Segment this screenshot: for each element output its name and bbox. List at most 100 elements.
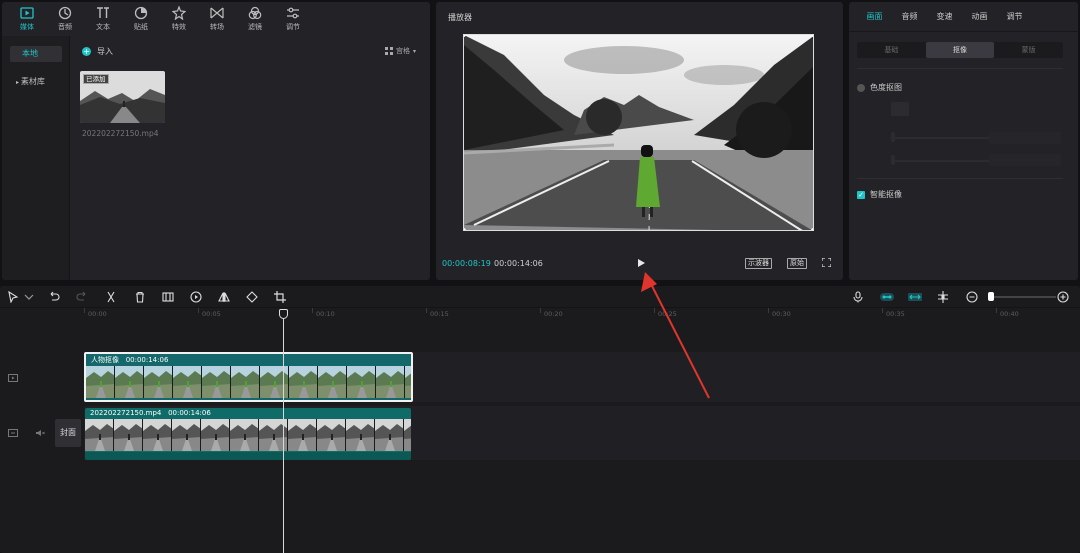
ruler-tick [312, 308, 313, 313]
delete-icon[interactable] [134, 291, 146, 303]
lock-track-icon[interactable] [8, 429, 18, 437]
ruler-label: 00:15 [430, 310, 449, 318]
media-panel: 媒体 音频 文本 贴纸 特效 转场 滤镜 调节 本地 ▸ 素材库 + 导入 宫格… [2, 2, 430, 280]
redo-icon[interactable] [76, 291, 88, 303]
zoom-slider-handle[interactable] [988, 292, 994, 301]
timeline-ruler[interactable]: 00:00 00:05 00:10 00:15 00:20 00:25 00:3… [84, 308, 1080, 322]
tab-animation[interactable]: 动画 [962, 2, 997, 31]
timeline-toolbar [0, 286, 1080, 308]
tool-adjust[interactable]: 调节 [274, 2, 312, 36]
microphone-icon[interactable] [852, 291, 864, 303]
ruler-label: 00:00 [88, 310, 107, 318]
sidebar-item-local[interactable]: 本地 [10, 46, 62, 62]
subtab-mask[interactable]: 蒙版 [994, 42, 1063, 58]
ruler-tick [996, 308, 997, 313]
filter-icon [248, 6, 262, 20]
subtab-basic[interactable]: 基础 [857, 42, 926, 58]
media-icon [20, 7, 34, 19]
properties-panel: 画面 音频 变速 动画 调节 基础 抠像 蒙版 色度抠图 ✓ 智能抠像 [849, 2, 1078, 280]
tool-effects[interactable]: 特效 [160, 2, 198, 36]
radio-icon [857, 83, 865, 92]
original-ratio-button[interactable]: 原始 [787, 258, 807, 269]
rotate-icon[interactable] [246, 291, 258, 303]
crop-handle-bottom-left[interactable] [464, 228, 466, 230]
tool-label: 调节 [286, 23, 300, 31]
tool-label: 文本 [96, 23, 110, 31]
effects-icon [172, 6, 186, 20]
tab-picture[interactable]: 画面 [857, 2, 892, 31]
audio-icon [58, 6, 72, 20]
slider-knob-disabled [891, 132, 895, 142]
mirror-icon[interactable] [218, 291, 230, 303]
smart-cutout-checkbox[interactable]: ✓ 智能抠像 [857, 189, 902, 200]
import-button[interactable]: + 导入 [82, 46, 113, 57]
zoom-slider[interactable] [990, 296, 1056, 298]
tool-filter[interactable]: 滤镜 [236, 2, 274, 36]
crop-icon[interactable] [274, 291, 286, 303]
slider-knob-disabled [891, 155, 895, 165]
undo-icon[interactable] [48, 291, 60, 303]
select-tool-icon[interactable] [7, 291, 19, 303]
main-track-magnet-icon[interactable] [880, 291, 894, 303]
playhead-line[interactable] [283, 313, 284, 553]
main-video-clip[interactable]: 202202272150.mp4 00:00:14:06 [85, 408, 411, 460]
view-mode-dropdown[interactable]: 宫格 ▾ [385, 46, 416, 56]
media-file-thumbnail[interactable]: 已添加 [80, 71, 165, 123]
crop-handle-bottom-right[interactable] [811, 228, 813, 230]
link-icon[interactable] [908, 291, 922, 303]
ruler-tick [84, 308, 85, 313]
check-icon: ✓ [857, 190, 865, 199]
value-box-disabled [989, 132, 1061, 144]
ruler-label: 00:20 [544, 310, 563, 318]
video-track-icon [8, 374, 18, 382]
reverse-icon[interactable] [190, 291, 202, 303]
chevron-down-icon[interactable] [23, 291, 34, 303]
playhead-handle[interactable] [279, 309, 288, 319]
sidebar-item-library[interactable]: ▸ 素材库 [10, 74, 62, 90]
zoom-in-icon[interactable] [1057, 291, 1069, 303]
grid-icon [385, 47, 393, 55]
audio-waveform [85, 452, 411, 460]
tool-sticker[interactable]: 贴纸 [122, 2, 160, 36]
clip-name: 人物抠像 [91, 356, 119, 364]
tab-speed[interactable]: 变速 [927, 2, 962, 31]
freeze-frame-icon[interactable] [162, 291, 174, 303]
overlay-clip[interactable]: 人物抠像 00:00:14:06 [84, 352, 413, 402]
clip-filmstrip [85, 419, 411, 451]
mute-icon[interactable] [35, 429, 45, 437]
tool-label: 滤镜 [248, 23, 262, 31]
smart-cutout-label: 智能抠像 [870, 190, 902, 199]
text-icon [97, 7, 109, 18]
subtab-cutout[interactable]: 抠像 [925, 42, 995, 58]
tool-transition[interactable]: 转场 [198, 2, 236, 36]
tab-audio[interactable]: 音频 [892, 2, 927, 31]
crop-handle-top-right[interactable] [811, 35, 813, 37]
fullscreen-icon[interactable] [822, 258, 831, 267]
properties-tabs: 画面 音频 变速 动画 调节 [849, 2, 1078, 32]
split-icon[interactable] [105, 291, 117, 303]
current-timecode: 00:00:08:19 [442, 259, 491, 268]
ruler-label: 00:35 [886, 310, 905, 318]
tool-media[interactable]: 媒体 [8, 2, 46, 36]
clip-title: 202202272150.mp4 00:00:14:06 [90, 409, 211, 417]
preview-canvas[interactable] [463, 34, 814, 231]
chroma-key-label: 色度抠图 [870, 83, 902, 92]
ruler-tick [882, 308, 883, 313]
media-sidebar: 本地 ▸ 素材库 [2, 36, 70, 280]
preview-axis-icon[interactable] [937, 291, 949, 303]
scope-button[interactable]: 示波器 [745, 258, 772, 269]
zoom-out-icon[interactable] [966, 291, 978, 303]
color-picker-disabled [891, 102, 909, 116]
sticker-icon [134, 6, 148, 20]
play-button[interactable] [636, 258, 646, 268]
preview-image [464, 35, 813, 230]
tab-adjust[interactable]: 调节 [997, 2, 1032, 31]
cover-button[interactable]: 封面 [55, 419, 81, 447]
added-badge: 已添加 [83, 74, 109, 84]
ruler-tick [540, 308, 541, 313]
clip-duration: 00:00:14:06 [168, 409, 211, 417]
divider [857, 68, 1063, 69]
tool-text[interactable]: 文本 [84, 2, 122, 36]
chroma-key-toggle[interactable]: 色度抠图 [857, 82, 902, 93]
tool-audio[interactable]: 音频 [46, 2, 84, 36]
